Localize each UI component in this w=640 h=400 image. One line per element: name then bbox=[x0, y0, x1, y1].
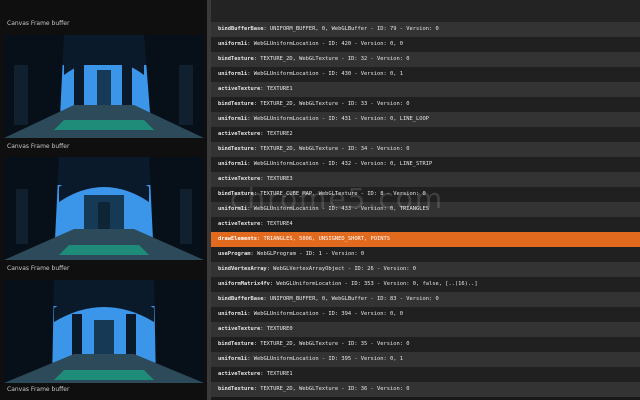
command-args: : UNIFORM_BUFFER, 0, WebGLBuffer - ID: 7… bbox=[263, 26, 439, 32]
command-row-selected[interactable]: drawElements: TRIANGLES, 5006, UNSIGNED_… bbox=[211, 232, 640, 247]
command-args: : TEXTURE2 bbox=[260, 131, 293, 137]
command-name: bindTexture bbox=[218, 146, 254, 152]
command-name: uniform1i bbox=[218, 71, 248, 77]
command-args: : WebGLUniformLocation - ID: 432 - Versi… bbox=[247, 161, 433, 167]
command-row[interactable]: bindVertexArray: WebGLVertexArrayObject … bbox=[211, 262, 640, 277]
command-args: : TEXTURE_2D, WebGLTexture - ID: 32 - Ve… bbox=[253, 56, 410, 62]
command-row[interactable]: bindTexture: TEXTURE_2D, WebGLTexture - … bbox=[211, 382, 640, 397]
sponza-scene-image bbox=[4, 35, 204, 138]
command-row[interactable]: bindBufferBase: UNIFORM_BUFFER, 0, WebGL… bbox=[211, 22, 640, 37]
command-args: : TEXTURE_2D, WebGLTexture - ID: 36 - Ve… bbox=[253, 386, 410, 392]
command-row[interactable]: bindTexture: TEXTURE_2D, WebGLTexture - … bbox=[211, 52, 640, 67]
command-row[interactable]: bindTexture: TEXTURE_2D, WebGLTexture - … bbox=[211, 337, 640, 352]
command-row[interactable]: activeTexture: TEXTURE3 bbox=[211, 172, 640, 187]
command-name: bindTexture bbox=[218, 56, 254, 62]
command-args: : TRIANGLES, 5006, UNSIGNED_SHORT, POINT… bbox=[256, 236, 391, 242]
command-row[interactable]: activeTexture: TEXTURE1 bbox=[211, 82, 640, 97]
command-args: : TEXTURE_2D, WebGLTexture - ID: 33 - Ve… bbox=[253, 101, 410, 107]
command-name: uniformMatrix4fv bbox=[218, 281, 270, 287]
command-row[interactable]: activeTexture: TEXTURE1 bbox=[211, 367, 640, 382]
command-args: : TEXTURE_CUBE_MAP, WebGLTexture - ID: 8… bbox=[253, 191, 426, 197]
command-name: activeTexture bbox=[218, 131, 261, 137]
command-row[interactable]: uniform1i: WebGLUniformLocation - ID: 39… bbox=[211, 352, 640, 367]
command-args: : TEXTURE_2D, WebGLTexture - ID: 35 - Ve… bbox=[253, 341, 410, 347]
capture-frames-panel: Canvas Frame buffer Canvas Frame buffer bbox=[0, 0, 207, 400]
command-args: : TEXTURE4 bbox=[260, 221, 293, 227]
command-args: : TEXTURE3 bbox=[260, 176, 293, 182]
command-name: uniform1i bbox=[218, 206, 248, 212]
command-name: bindBufferBase bbox=[218, 296, 264, 302]
command-name: bindVertexArray bbox=[218, 266, 267, 272]
frame-thumbnail[interactable] bbox=[4, 280, 204, 383]
frame-label: Canvas Frame buffer bbox=[7, 386, 70, 393]
command-name: bindTexture bbox=[218, 386, 254, 392]
command-name: uniform1i bbox=[218, 41, 248, 47]
command-name: bindBufferBase bbox=[218, 26, 264, 32]
command-row[interactable]: bindBufferBase: UNIFORM_BUFFER, 0, WebGL… bbox=[211, 292, 640, 307]
frame-label: Canvas Frame buffer bbox=[7, 265, 70, 272]
command-name: bindTexture bbox=[218, 101, 254, 107]
command-args: : TEXTURE1 bbox=[260, 86, 293, 92]
command-name: activeTexture bbox=[218, 86, 261, 92]
command-args: : TEXTURE1 bbox=[260, 371, 293, 377]
command-name: activeTexture bbox=[218, 221, 261, 227]
command-args: : WebGLUniformLocation - ID: 420 - Versi… bbox=[247, 41, 403, 47]
command-args: : WebGLUniformLocation - ID: 431 - Versi… bbox=[247, 116, 429, 122]
frame-label: Canvas Frame buffer bbox=[7, 143, 70, 150]
command-row[interactable]: uniform1i: WebGLUniformLocation - ID: 43… bbox=[211, 112, 640, 127]
command-args: : WebGLUniformLocation - ID: 353 - Versi… bbox=[269, 281, 478, 287]
command-name: uniform1i bbox=[218, 161, 248, 167]
sponza-scene-image bbox=[4, 157, 204, 260]
command-args: : TEXTURE_2D, WebGLTexture - ID: 34 - Ve… bbox=[253, 146, 410, 152]
command-row[interactable]: uniform1i: WebGLUniformLocation - ID: 43… bbox=[211, 67, 640, 82]
command-row[interactable]: activeTexture: TEXTURE0 bbox=[211, 322, 640, 337]
command-row[interactable]: bindTexture: TEXTURE_2D, WebGLTexture - … bbox=[211, 142, 640, 157]
command-name: activeTexture bbox=[218, 371, 261, 377]
command-row[interactable]: uniform1i: WebGLUniformLocation - ID: 39… bbox=[211, 307, 640, 322]
command-name: uniform1i bbox=[218, 311, 248, 317]
command-args: : WebGLVertexArrayObject - ID: 26 - Vers… bbox=[266, 266, 416, 272]
command-name: bindTexture bbox=[218, 341, 254, 347]
command-row[interactable]: uniformMatrix4fv: WebGLUniformLocation -… bbox=[211, 277, 640, 292]
command-name: activeTexture bbox=[218, 326, 261, 332]
command-row[interactable]: activeTexture: TEXTURE2 bbox=[211, 127, 640, 142]
frame-thumbnail[interactable] bbox=[4, 157, 204, 260]
command-args: : WebGLUniformLocation - ID: 395 - Versi… bbox=[247, 356, 403, 362]
command-name: activeTexture bbox=[218, 176, 261, 182]
command-name: bindTexture bbox=[218, 191, 254, 197]
command-row[interactable]: uniform1i: WebGLUniformLocation - ID: 43… bbox=[211, 202, 640, 217]
command-args: : TEXTURE0 bbox=[260, 326, 293, 332]
command-row[interactable]: bindTexture: TEXTURE_CUBE_MAP, WebGLText… bbox=[211, 187, 640, 202]
command-list-header bbox=[211, 0, 640, 22]
command-name: uniform1i bbox=[218, 116, 248, 122]
command-row[interactable]: bindTexture: TEXTURE_2D, WebGLTexture - … bbox=[211, 97, 640, 112]
command-name: uniform1i bbox=[218, 356, 248, 362]
frame-thumbnail[interactable] bbox=[4, 35, 204, 138]
command-args: : WebGLUniformLocation - ID: 430 - Versi… bbox=[247, 71, 403, 77]
command-row[interactable]: uniform1i: WebGLUniformLocation - ID: 43… bbox=[211, 157, 640, 172]
command-args: : WebGLUniformLocation - ID: 433 - Versi… bbox=[247, 206, 429, 212]
sponza-scene-image bbox=[4, 280, 204, 383]
command-row[interactable]: uniform1i: WebGLUniformLocation - ID: 42… bbox=[211, 37, 640, 52]
command-row[interactable]: activeTexture: TEXTURE4 bbox=[211, 217, 640, 232]
command-args: : UNIFORM_BUFFER, 0, WebGLBuffer - ID: 8… bbox=[263, 296, 439, 302]
command-args: : WebGLProgram - ID: 1 - Version: 0 bbox=[250, 251, 365, 257]
frame-label: Canvas Frame buffer bbox=[7, 20, 70, 27]
command-name: drawElements bbox=[218, 236, 257, 242]
command-name: useProgram bbox=[218, 251, 251, 257]
command-row[interactable]: useProgram: WebGLProgram - ID: 1 - Versi… bbox=[211, 247, 640, 262]
command-args: : WebGLUniformLocation - ID: 394 - Versi… bbox=[247, 311, 403, 317]
command-list: bindBufferBase: UNIFORM_BUFFER, 0, WebGL… bbox=[211, 22, 640, 400]
